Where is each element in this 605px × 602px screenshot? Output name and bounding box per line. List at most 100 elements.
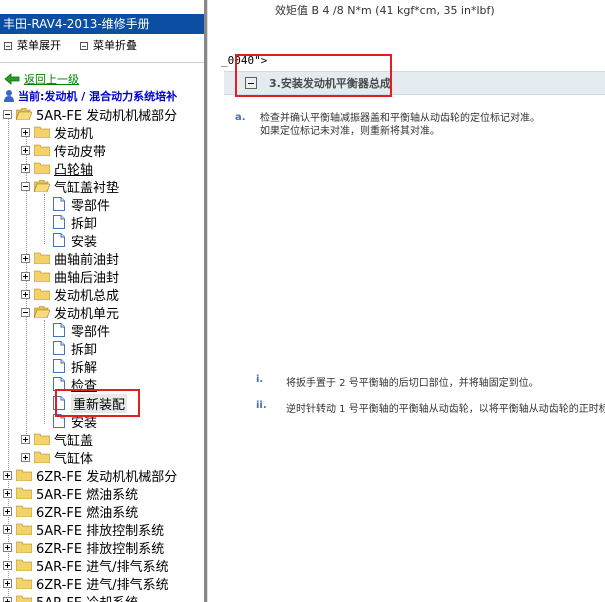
- tree-node-6zr-engine-mech[interactable]: 6ZR-FE 发动机机械部分: [3, 466, 177, 485]
- tree-leaf-components[interactable]: 零部件: [53, 195, 110, 214]
- tree-node-6zr-fuel[interactable]: 6ZR-FE 燃油系统: [3, 502, 138, 521]
- tree-collapse-toggle[interactable]: [21, 181, 30, 191]
- tree-node-6zr-emission[interactable]: 6ZR-FE 排放控制系统: [3, 538, 164, 557]
- folder-icon: [16, 559, 32, 571]
- tree-node-5ar-emission[interactable]: 5AR-FE 排放控制系统: [3, 520, 164, 539]
- expand-all-icon: [4, 42, 12, 50]
- tree-label[interactable]: 6ZR-FE 进气/排气系统: [36, 574, 169, 593]
- tree-label[interactable]: 拆卸: [71, 339, 97, 358]
- tree-leaf-installation[interactable]: 安装: [53, 231, 97, 250]
- tree-label[interactable]: 5AR-FE 进气/排气系统: [36, 556, 169, 575]
- tree-expand-toggle[interactable]: [21, 289, 30, 299]
- tree-label[interactable]: 曲轴前油封: [54, 249, 119, 268]
- tree-expand-toggle[interactable]: [3, 578, 12, 588]
- tree-expand-toggle[interactable]: [21, 452, 30, 462]
- menu-collapse-button[interactable]: 菜单折叠: [80, 36, 137, 56]
- tree-node-camshaft[interactable]: 凸轮轴: [21, 159, 93, 178]
- tree-expand-toggle[interactable]: [3, 524, 12, 534]
- tree-leaf-disassembly[interactable]: 拆解: [53, 357, 97, 376]
- tree-label[interactable]: 零部件: [71, 195, 110, 214]
- manual-title: 丰田-RAV4-2013-维修手册: [0, 14, 204, 34]
- back-link[interactable]: 返回上一级: [24, 71, 79, 87]
- tree-label[interactable]: 5AR-FE 燃油系统: [36, 484, 138, 503]
- tree-node-6zr-intake-exhaust[interactable]: 6ZR-FE 进气/排气系统: [3, 574, 169, 593]
- section-header[interactable]: 3.安装发动机平衡器总成: [224, 71, 605, 95]
- tree-label[interactable]: 安装: [71, 231, 97, 250]
- document-icon: [53, 233, 65, 247]
- tree-node-5ar-engine-mech[interactable]: 5AR-FE 发动机机械部分: [3, 105, 177, 124]
- tree-node-cylinder-block[interactable]: 气缸体: [21, 448, 93, 467]
- tree-node-5ar-cooling[interactable]: 5AR-FE 冷却系统: [3, 592, 138, 602]
- tree-leaf-installation[interactable]: 安装: [53, 412, 97, 431]
- tree-expand-toggle[interactable]: [3, 488, 12, 498]
- tree-label[interactable]: 检查: [71, 375, 97, 394]
- tree-label[interactable]: 发动机单元: [54, 303, 119, 322]
- tree-leaf-reassembly-selected[interactable]: 重新装配: [53, 393, 128, 413]
- tree-label[interactable]: 5AR-FE 排放控制系统: [36, 520, 164, 539]
- tree-label[interactable]: 发动机总成: [54, 285, 119, 304]
- back-arrow-icon[interactable]: [4, 73, 20, 85]
- section-collapse-icon[interactable]: [245, 77, 257, 89]
- step-text: 检查并确认平衡轴减振器盖和平衡轴从动齿轮的定位标记对准。 如果定位标记未对准，则…: [260, 112, 605, 138]
- tree-label[interactable]: 6ZR-FE 排放控制系统: [36, 538, 164, 557]
- tree-expand-toggle[interactable]: [3, 596, 12, 602]
- tree-label[interactable]: 6ZR-FE 发动机机械部分: [36, 466, 177, 485]
- tree-leaf-removal[interactable]: 拆卸: [53, 339, 97, 358]
- tree-label[interactable]: 拆卸: [71, 213, 97, 232]
- tree-expand-toggle[interactable]: [21, 163, 30, 173]
- tree-expand-toggle[interactable]: [21, 145, 30, 155]
- tree-label[interactable]: 气缸盖: [54, 430, 93, 449]
- tree-expand-toggle[interactable]: [21, 434, 30, 444]
- tree-expand-toggle[interactable]: [3, 560, 12, 570]
- tree-label[interactable]: 曲轴后油封: [54, 267, 119, 286]
- tree-label[interactable]: 6ZR-FE 燃油系统: [36, 502, 138, 521]
- tree-node-5ar-fuel[interactable]: 5AR-FE 燃油系统: [3, 484, 138, 503]
- tree-node-5ar-intake-exhaust[interactable]: 5AR-FE 进气/排气系统: [3, 556, 169, 575]
- step-marker: ii.: [256, 400, 267, 411]
- tree-node-engine-unit[interactable]: 发动机单元: [21, 303, 119, 322]
- menu-expand-button[interactable]: 菜单展开: [4, 36, 61, 56]
- tree-leaf-components[interactable]: 零部件: [53, 321, 110, 340]
- tree-expand-toggle[interactable]: [3, 542, 12, 552]
- tree-guide-line: [44, 320, 45, 424]
- tree-leaf-inspection[interactable]: 检查: [53, 375, 97, 394]
- tree-expand-toggle[interactable]: [3, 506, 12, 516]
- tree-label[interactable]: 零部件: [71, 321, 110, 340]
- collapse-all-icon: [80, 42, 88, 50]
- torque-spec-text: 效矩值 B 4 /8 N*m (41 kgf*cm, 35 in*lbf): [275, 4, 495, 17]
- tree-label[interactable]: 安装: [71, 412, 97, 431]
- document-icon: [53, 341, 65, 355]
- tree-node-rear-seal[interactable]: 曲轴后油封: [21, 267, 119, 286]
- tree-expand-toggle[interactable]: [3, 470, 12, 480]
- tree-collapse-toggle[interactable]: [21, 307, 30, 317]
- tree-label[interactable]: 重新装配: [71, 393, 128, 413]
- tree-label[interactable]: 5AR-FE 发动机机械部分: [36, 105, 177, 124]
- tree-collapse-toggle[interactable]: [3, 109, 12, 119]
- folder-icon: [16, 487, 32, 499]
- back-row: 返回上一级: [4, 71, 79, 87]
- tree-label[interactable]: 传动皮带: [54, 141, 106, 160]
- tree-label[interactable]: 拆解: [71, 357, 97, 376]
- folder-icon: [34, 162, 50, 174]
- tree-node-front-seal[interactable]: 曲轴前油封: [21, 249, 119, 268]
- tree-leaf-removal[interactable]: 拆卸: [53, 213, 97, 232]
- tree-node-head-gasket[interactable]: 气缸盖衬垫: [21, 177, 119, 196]
- tree-label[interactable]: 发动机: [54, 123, 93, 142]
- tree-expand-toggle[interactable]: [21, 271, 30, 281]
- folder-icon: [34, 451, 50, 463]
- tree-node-engine[interactable]: 发动机: [21, 123, 93, 142]
- tree-expand-toggle[interactable]: [21, 127, 30, 137]
- menu-collapse-label: 菜单折叠: [93, 39, 137, 52]
- tree-node-drive-belt[interactable]: 传动皮带: [21, 141, 106, 160]
- folder-icon: [34, 252, 50, 264]
- tree-label[interactable]: 凸轮轴: [54, 159, 93, 178]
- document-icon: [53, 359, 65, 373]
- tree-node-engine-assembly[interactable]: 发动机总成: [21, 285, 119, 304]
- folder-icon: [16, 469, 32, 481]
- tree-label[interactable]: 气缸体: [54, 448, 93, 467]
- step-text-line: 检查并确认平衡轴减振器盖和平衡轴从动齿轮的定位标记对准。: [260, 113, 540, 124]
- tree-label[interactable]: 5AR-FE 冷却系统: [36, 592, 138, 602]
- tree-node-cylinder-head[interactable]: 气缸盖: [21, 430, 93, 449]
- tree-expand-toggle[interactable]: [21, 253, 30, 263]
- tree-label[interactable]: 气缸盖衬垫: [54, 177, 119, 196]
